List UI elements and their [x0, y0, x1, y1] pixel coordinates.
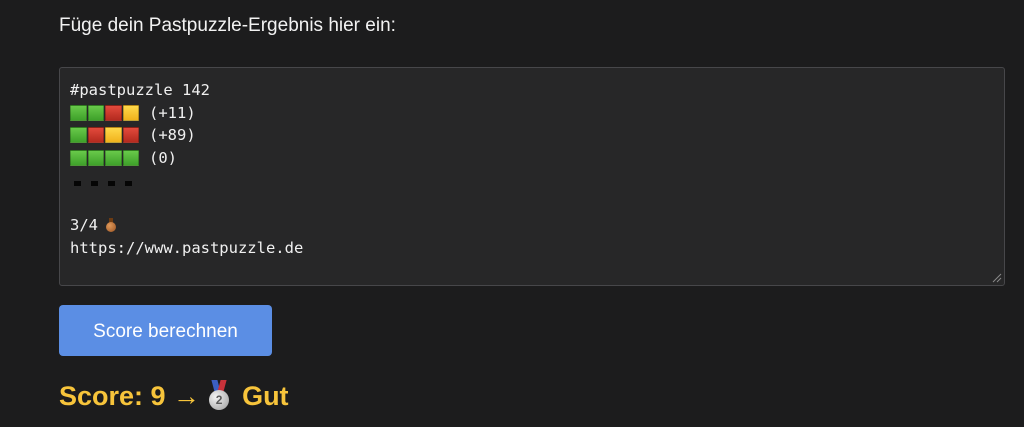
attempts-text: 3/4 [70, 216, 98, 234]
medal-rank: 2 [209, 390, 230, 410]
result-score-line: 3/4 [70, 214, 994, 237]
calculate-score-button[interactable]: Score berechnen [59, 305, 272, 356]
black-dash-icon [125, 180, 132, 186]
square-group [70, 127, 139, 144]
bronze-medal-icon [106, 218, 116, 233]
result-row-1: (+11) [70, 102, 994, 125]
row-offset-text: (+11) [149, 103, 196, 122]
yellow-square-icon [105, 127, 122, 144]
black-dash-icon [91, 180, 98, 186]
yellow-square-icon [122, 104, 139, 121]
green-square-icon [87, 104, 104, 121]
silver-medal-icon: 2 [208, 380, 230, 412]
row-offset-text: (+89) [149, 126, 196, 144]
row-offset-text: (0) [149, 148, 177, 167]
score-label: Gut [242, 381, 289, 411]
green-square-icon [70, 149, 87, 166]
red-square-icon [122, 127, 139, 144]
result-row-3: (0) [70, 147, 994, 170]
score-prefix: Score: 9 → [59, 381, 201, 411]
page: Füge dein Pastpuzzle-Ergebnis hier ein: … [0, 0, 1024, 427]
resize-handle-icon[interactable] [990, 271, 1002, 283]
square-group [70, 104, 139, 121]
result-row-2: (+89) [70, 124, 994, 147]
green-square-icon [70, 104, 87, 121]
square-group [70, 149, 139, 166]
score-result: Score: 9 → 2 Gut [59, 376, 289, 416]
green-square-icon [87, 149, 104, 166]
result-header-line: #pastpuzzle 142 [70, 81, 210, 99]
prompt-label: Füge dein Pastpuzzle-Ergebnis hier ein: [59, 15, 396, 36]
red-square-icon [87, 127, 104, 144]
black-dash-icon [108, 180, 115, 186]
red-square-icon [105, 104, 122, 121]
green-square-icon [70, 127, 87, 144]
green-square-icon [122, 149, 139, 166]
black-dash-icon [74, 180, 81, 186]
result-row-empty [70, 169, 994, 192]
result-url-line: https://www.pastpuzzle.de [70, 238, 304, 257]
green-square-icon [105, 149, 122, 166]
result-textarea[interactable]: #pastpuzzle 142 (+11) (+89) (0) 3/4 http… [59, 67, 1005, 286]
